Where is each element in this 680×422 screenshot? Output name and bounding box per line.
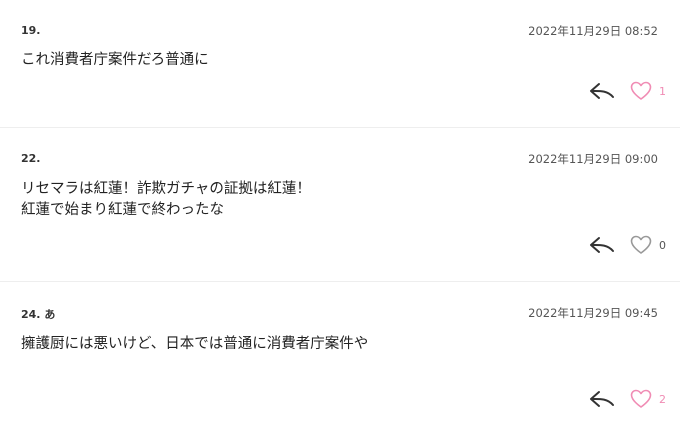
comment-number: 24. あ	[21, 308, 56, 321]
like-count: 0	[659, 239, 666, 252]
comment-text: 擁護厨には悪いけど、日本では普通に消費者庁案件や	[21, 336, 369, 352]
comment-number: 22.	[21, 152, 41, 165]
reply-arrow-icon[interactable]	[589, 235, 615, 255]
reply-arrow-icon[interactable]	[589, 389, 615, 409]
comment-item: 24. あ 2022年11月29日 09:45 擁護厨には悪いけど、日本では普通…	[0, 282, 680, 422]
comment-item: 19. 2022年11月29日 08:52 これ消費者庁案件だろ普通に 1	[0, 0, 680, 127]
like-count: 1	[659, 85, 666, 98]
comment-number: 19.	[21, 24, 41, 37]
heart-outline-icon[interactable]	[630, 81, 652, 101]
reply-arrow-icon[interactable]	[589, 81, 615, 101]
comment-item: 22. 2022年11月29日 09:00 リセマラは紅蓮！詐欺ガチャの証拠は紅…	[0, 128, 680, 281]
comment-date: 2022年11月29日 09:00	[528, 152, 658, 166]
comment-text: リセマラは紅蓮！詐欺ガチャの証拠は紅蓮！ 紅蓮で始まり紅蓮で終わったな	[21, 181, 311, 218]
comment-date: 2022年11月29日 08:52	[528, 24, 658, 38]
heart-outline-icon[interactable]	[630, 389, 652, 409]
like-count: 2	[659, 393, 666, 406]
comment-text: これ消費者庁案件だろ普通に	[21, 52, 209, 68]
comment-date: 2022年11月29日 09:45	[528, 306, 658, 320]
heart-outline-icon[interactable]	[630, 235, 652, 255]
